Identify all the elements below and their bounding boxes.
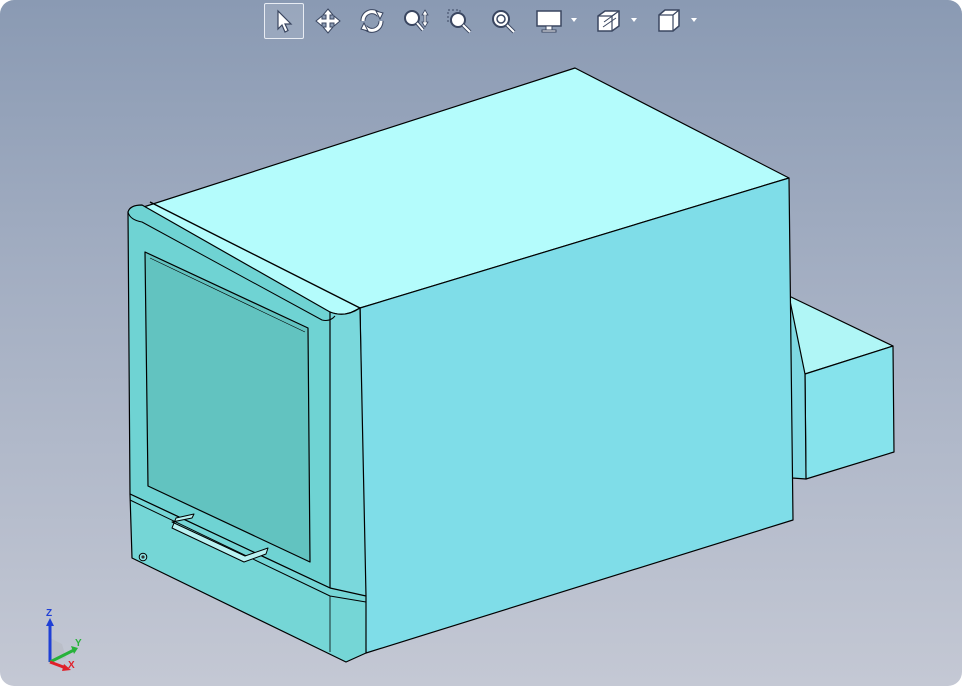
rotate-button[interactable] <box>352 3 392 39</box>
view-toolbar <box>264 2 704 40</box>
axis-triad-graphic <box>46 618 78 671</box>
cube-icon <box>658 9 680 32</box>
zoom-fit-button[interactable] <box>484 3 524 39</box>
zoom-fit-icon <box>492 10 516 34</box>
pointer-icon <box>277 9 293 33</box>
axis-y-label: Y <box>75 638 82 649</box>
select-button[interactable] <box>264 3 304 39</box>
section-view-button[interactable] <box>588 3 644 39</box>
view-orientation-button[interactable] <box>648 3 704 39</box>
axis-z-label: Z <box>46 608 53 619</box>
move-arrows-icon <box>315 8 341 34</box>
rotate-icon <box>360 9 384 33</box>
section-view-icon <box>597 10 620 32</box>
graphics-viewport[interactable]: Z Y X <box>0 0 962 686</box>
pan-button[interactable] <box>308 3 348 39</box>
zoom-box-icon <box>447 9 472 34</box>
model-3d-view[interactable] <box>0 0 962 686</box>
display-style-button[interactable] <box>528 3 584 39</box>
axis-triad: Z Y X <box>40 608 90 672</box>
chevron-down-icon <box>631 18 637 22</box>
zoom-updown-icon <box>404 9 429 32</box>
monitor-icon <box>536 10 562 33</box>
zoom-dynamic-button[interactable] <box>396 3 436 39</box>
front-edge-strip <box>329 307 367 601</box>
axis-x-label: X <box>68 660 75 671</box>
chevron-down-icon <box>691 18 697 22</box>
chevron-down-icon <box>571 18 577 22</box>
zoom-box-button[interactable] <box>440 3 480 39</box>
